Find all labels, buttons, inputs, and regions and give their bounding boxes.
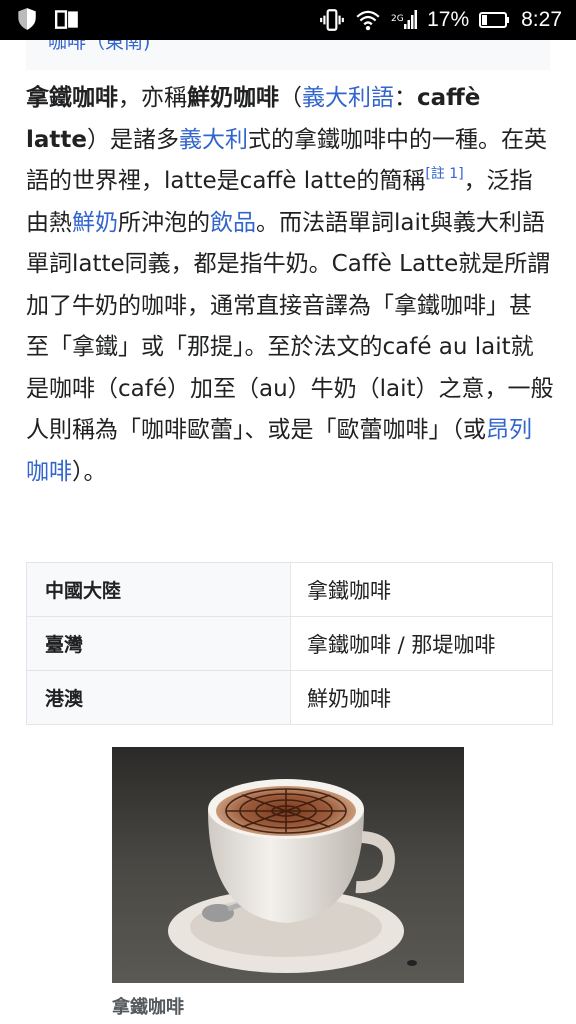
regional-names-table: 中國大陸 拿鐵咖啡 臺灣 拿鐵咖啡 / 那堤咖啡 港澳 鮮奶咖啡 [26, 562, 553, 725]
term-latte: 拿鐵咖啡 [26, 85, 118, 111]
shield-icon [14, 6, 40, 32]
text-segment: 。而法語單詞lait與義大利語單詞latte同義，都是指牛奶。Caffè Lat… [26, 209, 554, 444]
article-paragraph: 拿鐵咖啡，亦稱鮮奶咖啡（義大利語：caffè latte）是諸多義大利式的拿鐵咖… [26, 78, 554, 493]
name-cell: 鮮奶咖啡 [290, 670, 553, 725]
svg-text:2G: 2G [391, 14, 404, 24]
text-segment: ： [394, 85, 417, 111]
link-italian-language[interactable]: 義大利語 [302, 85, 394, 111]
table-row: 港澳 鮮奶咖啡 [26, 670, 553, 725]
text-segment: ）。 [72, 458, 107, 485]
clock-time: 8:27 [521, 8, 562, 31]
table-row: 臺灣 拿鐵咖啡 / 那堤咖啡 [26, 616, 553, 671]
link-fresh-milk[interactable]: 鮮奶 [72, 210, 118, 236]
infobox-caption-text: 咖啡（東南) [48, 40, 151, 53]
region-cell: 臺灣 [26, 616, 291, 671]
term-fresh-milk-coffee: 鮮奶咖啡 [187, 85, 279, 111]
text-segment: 所沖泡的 [118, 209, 210, 236]
wifi-icon [355, 7, 381, 33]
name-cell: 拿鐵咖啡 / 那堤咖啡 [290, 616, 553, 671]
table-row: 中國大陸 拿鐵咖啡 [26, 562, 553, 617]
infobox-caption-remnant: 咖啡（東南) [26, 40, 550, 70]
battery-icon [479, 7, 511, 33]
latte-photo[interactable] [112, 747, 464, 983]
name-cell: 拿鐵咖啡 [290, 562, 553, 617]
region-cell: 中國大陸 [26, 562, 291, 617]
link-beverage[interactable]: 飲品 [210, 210, 256, 236]
region-cell: 港澳 [26, 670, 291, 725]
image-caption: 拿鐵咖啡 [112, 997, 184, 1018]
battery-percent: 17% [427, 8, 470, 31]
footnote-link[interactable]: [註 1] [425, 166, 463, 182]
text-segment: ，亦稱 [118, 85, 187, 111]
text-segment: （ [279, 85, 302, 111]
book-icon [54, 6, 80, 32]
status-bar: 2G 17% 8:27 [0, 0, 576, 40]
text-segment: ）是諸多 [87, 126, 179, 153]
vibrate-icon [319, 7, 345, 33]
signal-icon: 2G [391, 7, 418, 33]
link-italy[interactable]: 義大利 [179, 127, 248, 153]
